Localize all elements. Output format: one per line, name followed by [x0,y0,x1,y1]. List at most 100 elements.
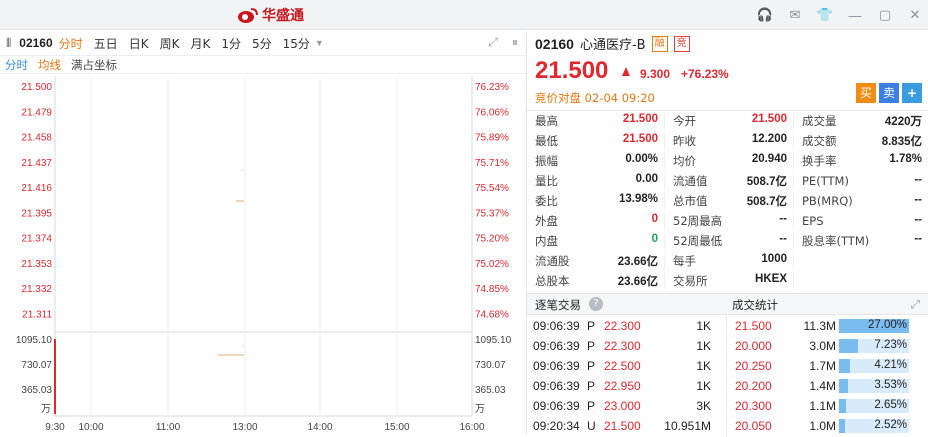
add-watchlist-button[interactable]: + [902,83,922,103]
volume-bar [54,339,56,414]
stat-value: 508.7亿 [746,176,787,188]
trade-vol: 1K [696,319,711,333]
stat-label: 总股本 [535,274,570,288]
stats-row: 外盘 0 52周最高 -- EPS -- [527,211,928,231]
stats-row: 流通股 23.66亿 每手 1000 [527,251,928,271]
quote-code: 02160 [535,35,574,52]
trade-stat-pct: 2.65% [874,399,907,411]
trade-stat-bar-fill [839,359,851,373]
price-tick-label: 21.479 [21,107,52,118]
fullscreen-icon[interactable]: ⤢ [488,35,498,50]
stock-code: 02160 [19,36,53,50]
stat-label: 换手率 [802,154,837,168]
mail-icon[interactable]: ✉ [786,6,804,24]
subtab-timeshare[interactable]: 分时 [5,57,28,73]
trade-stat-pct: 7.23% [874,339,907,351]
chevron-down-icon[interactable]: ▼ [315,38,324,48]
trade-price: 22.950 [604,379,641,393]
tab-5day[interactable]: 五日 [94,35,118,52]
x-tick-label: 16:00 [459,422,484,433]
stat-value: 21.500 [622,113,658,125]
x-tick-label: 11:00 [156,422,181,433]
trade-time: 09:06:39 [533,319,580,333]
stat-cell: 总股本 23.66亿 [527,273,665,289]
stat-value: 0 [651,213,658,225]
trade-stat-row: 20.000 3.0M 7.23% [727,336,928,356]
stat-label: 内盘 [535,234,558,248]
volume-tick-label: 365.03 [21,385,52,396]
trade-stat-volume: 3.0M [809,339,836,353]
trade-time: 09:06:39 [533,339,580,353]
close-icon[interactable]: ✕ [906,6,924,24]
stat-label: 交易所 [673,274,708,288]
trade-stat-bar-fill [839,379,849,393]
pct-tick-label: 75.37% [475,208,509,219]
trade-stat-row: 20.050 1.0M 2.52% [727,416,928,436]
trade-stat-row: 20.250 1.7M 4.21% [727,356,928,376]
tab-5min[interactable]: 5分 [252,35,272,52]
help-icon[interactable]: ? [589,297,603,311]
maximize-icon[interactable]: ▢ [876,6,894,24]
stat-label: 每手 [673,254,696,268]
intraday-chart[interactable]: 21.500 76.23% 21.479 76.06% 21.458 75.89% 21.4… [0,76,526,434]
stat-cell: 换手率 1.78% [794,153,928,169]
stat-cell: PB(MRQ) -- [794,194,928,208]
volume-tick-label: 730.07 [21,360,52,371]
tab-weekly-k[interactable]: 周K [160,35,180,52]
chart-subtabs: 分时 均线 满占坐标 [0,56,526,74]
collapse-icon[interactable]: ⦀ [6,36,11,51]
stat-label: 最高 [535,114,558,128]
subtab-average[interactable]: 均线 [38,57,61,73]
price-tick-label: 21.374 [21,234,52,245]
minimize-icon[interactable]: — [846,6,864,24]
stat-cell: 昨收 12.200 [665,133,794,149]
tick-trades-title[interactable]: 逐笔交易 [535,297,581,313]
stat-cell: 流通值 508.7亿 [665,173,794,189]
logo-text: 华盛通 [262,8,304,24]
quote-panel: 02160 心通医疗-B 融 竞 21.500 9.300 +76.23% 竞价… [527,31,928,436]
trade-price: 23.000 [604,399,641,413]
tab-daily-k[interactable]: 日K [129,35,149,52]
stat-value: 0.00% [625,153,658,165]
headset-icon[interactable]: 🎧 [756,6,774,24]
trade-stat-volume: 1.0M [809,419,836,433]
stat-label: 流通股 [535,254,570,268]
pct-tick-label: 74.68% [475,309,509,320]
subtab-full-axis[interactable]: 满占坐标 [71,57,117,73]
stat-value: -- [914,194,922,206]
stat-cell: PE(TTM) -- [794,174,928,188]
trade-stat-pct: 27.00% [867,319,907,331]
trade-stat-price: 20.300 [735,399,772,413]
buy-button[interactable]: 买 [856,83,876,103]
logo-icon [238,8,258,23]
trade-stat-pct: 2.52% [874,419,907,431]
stat-cell: EPS -- [794,214,928,228]
sell-button[interactable]: 卖 [879,83,899,103]
stat-value: 23.66亿 [617,256,658,268]
stat-label: 最低 [535,134,558,148]
trade-row: 09:06:39 P 22.950 1K [527,376,725,396]
collapse-panel-icon[interactable]: ⏸ [512,35,518,50]
tab-1min[interactable]: 1分 [221,35,241,52]
volume-tick-label-right: 1095.10 [475,335,512,346]
volume-unit-label: 万 [41,404,51,415]
stat-value: 1.78% [889,153,922,165]
stat-label: 52周最高 [673,214,723,228]
tab-monthly-k[interactable]: 月K [190,35,210,52]
trade-row: 09:20:34 U 21.500 10.951M [527,416,725,436]
trade-stat-price: 20.250 [735,359,772,373]
arrow-up-icon [622,67,630,76]
skin-icon[interactable]: 👕 [816,6,834,24]
stat-label: 成交额 [802,134,837,148]
stat-value: -- [914,174,922,186]
tab-15min[interactable]: 15分 [283,35,310,52]
tab-timeshare[interactable]: 分时 [59,35,83,52]
trade-stat-bar-fill [839,419,846,433]
trade-time: 09:06:39 [533,359,580,373]
trade-stats-title[interactable]: 成交统计 [732,297,778,313]
stat-value: 4220万 [884,116,922,128]
expand-icon[interactable]: ⤢ [911,297,920,312]
stat-value: 20.940 [751,153,787,165]
stats-row: 委比 13.98% 总市值 508.7亿 PB(MRQ) -- [527,191,928,211]
price-change-pct: +76.23% [681,67,729,81]
